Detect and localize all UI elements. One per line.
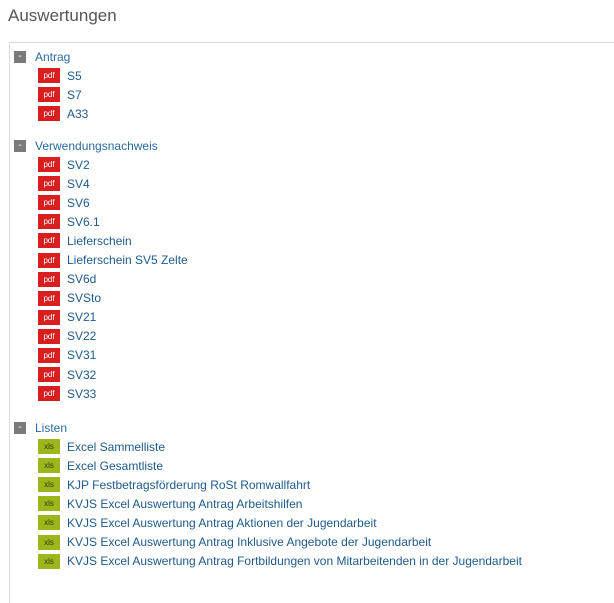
list-item[interactable]: pdf SV21 [38, 308, 614, 327]
item-link[interactable]: SV32 [67, 368, 96, 382]
list-item[interactable]: xls Excel Sammelliste [38, 437, 614, 456]
list-item[interactable]: xls KVJS Excel Auswertung Antrag Inklusiv… [38, 532, 614, 551]
item-link[interactable]: KJP Festbetragsförderung RoSt Romwallfah… [67, 478, 310, 492]
list-item[interactable]: xls KVJS Excel Auswertung Antrag Arbeitsh… [38, 494, 614, 513]
group-verwendungsnachweis: - Verwendungsnachweis pdf SV2 pdf SV4 pdf S… [14, 137, 614, 403]
list-item[interactable]: xls Excel Gesamtliste [38, 456, 614, 475]
pdf-icon: pdf [38, 195, 60, 211]
item-link[interactable]: S7 [67, 88, 82, 102]
item-link[interactable]: SV21 [67, 310, 96, 324]
pdf-icon: pdf [38, 214, 60, 230]
list-item[interactable]: xls KJP Festbetragsförderung RoSt Romwall… [38, 475, 614, 494]
item-link[interactable]: SV33 [67, 387, 96, 401]
collapse-icon[interactable]: - [14, 51, 26, 63]
xls-icon: xls [38, 496, 60, 512]
collapse-icon[interactable]: - [14, 140, 26, 152]
list-item[interactable]: pdf S5 [38, 66, 614, 85]
list-item[interactable]: pdf SV2 [38, 155, 614, 174]
xls-icon: xls [38, 458, 60, 474]
item-link[interactable]: Excel Gesamtliste [67, 459, 163, 473]
item-link[interactable]: KVJS Excel Auswertung Antrag Aktionen de… [67, 516, 377, 530]
item-link[interactable]: S5 [67, 69, 82, 83]
group-listen: - Listen xls Excel Sammelliste xls Excel G… [14, 419, 614, 571]
collapse-icon[interactable]: - [14, 422, 26, 434]
list-item[interactable]: pdf SV31 [38, 346, 614, 365]
item-link[interactable]: KVJS Excel Auswertung Antrag Fortbildung… [67, 554, 522, 568]
pdf-icon: pdf [38, 157, 60, 173]
group-antrag: - Antrag pdf S5 pdf S7 pdf A33 [14, 48, 614, 123]
pdf-icon: pdf [38, 328, 60, 344]
item-link[interactable]: KVJS Excel Auswertung Antrag Inklusive A… [67, 535, 431, 549]
page-title: Auswertungen [8, 6, 117, 25]
list-item[interactable]: pdf SV6.1 [38, 212, 614, 231]
list-item[interactable]: pdf SV4 [38, 174, 614, 193]
list-item[interactable]: pdf A33 [38, 104, 614, 123]
group-header-verwendungsnachweis: - Verwendungsnachweis [14, 137, 614, 155]
list-item[interactable]: pdf SV6d [38, 270, 614, 289]
xls-icon: xls [38, 534, 60, 550]
group-label[interactable]: Antrag [35, 50, 70, 64]
xls-icon: xls [38, 553, 60, 569]
list-item[interactable]: pdf Lieferschein SV5 Zelte [38, 250, 614, 269]
reports-tree: - Antrag pdf S5 pdf S7 pdf A33 - Verwendung… [9, 42, 614, 603]
pdf-icon: pdf [38, 367, 60, 383]
item-link[interactable]: SV31 [67, 348, 96, 362]
item-link[interactable]: SV4 [67, 177, 90, 191]
xls-icon: xls [38, 439, 60, 455]
list-item[interactable]: pdf SV33 [38, 384, 614, 403]
item-link[interactable]: SV22 [67, 329, 96, 343]
list-item[interactable]: pdf Lieferschein [38, 231, 614, 250]
list-item[interactable]: xls KVJS Excel Auswertung Antrag Aktionen… [38, 513, 614, 532]
list-item[interactable]: pdf SV22 [38, 327, 614, 346]
group-header-listen: - Listen [14, 419, 614, 437]
item-link[interactable]: Excel Sammelliste [67, 440, 165, 454]
list-item[interactable]: pdf SV6 [38, 193, 614, 212]
item-link[interactable]: SV2 [67, 158, 90, 172]
pdf-icon: pdf [38, 271, 60, 287]
item-link[interactable]: Lieferschein SV5 Zelte [67, 253, 188, 267]
pdf-icon: pdf [38, 252, 60, 268]
xls-icon: xls [38, 477, 60, 493]
pdf-icon: pdf [38, 347, 60, 363]
list-item[interactable]: pdf SVSto [38, 289, 614, 308]
pdf-icon: pdf [38, 87, 60, 103]
item-link[interactable]: SVSto [67, 291, 101, 305]
item-link[interactable]: SV6 [67, 196, 90, 210]
list-item[interactable]: pdf S7 [38, 85, 614, 104]
list-item[interactable]: pdf SV32 [38, 365, 614, 384]
item-link[interactable]: A33 [67, 107, 88, 121]
item-link[interactable]: SV6d [67, 272, 96, 286]
item-link[interactable]: SV6.1 [67, 215, 100, 229]
pdf-icon: pdf [38, 386, 60, 402]
pdf-icon: pdf [38, 233, 60, 249]
pdf-icon: pdf [38, 290, 60, 306]
pdf-icon: pdf [38, 176, 60, 192]
xls-icon: xls [38, 515, 60, 531]
pdf-icon: pdf [38, 309, 60, 325]
group-label[interactable]: Listen [35, 421, 67, 435]
group-label[interactable]: Verwendungsnachweis [35, 139, 158, 153]
item-link[interactable]: KVJS Excel Auswertung Antrag Arbeitshilf… [67, 497, 302, 511]
item-link[interactable]: Lieferschein [67, 234, 132, 248]
pdf-icon: pdf [38, 106, 60, 122]
group-header-antrag: - Antrag [14, 48, 614, 66]
list-item[interactable]: xls KVJS Excel Auswertung Antrag Fortbild… [38, 552, 614, 571]
pdf-icon: pdf [38, 68, 60, 84]
